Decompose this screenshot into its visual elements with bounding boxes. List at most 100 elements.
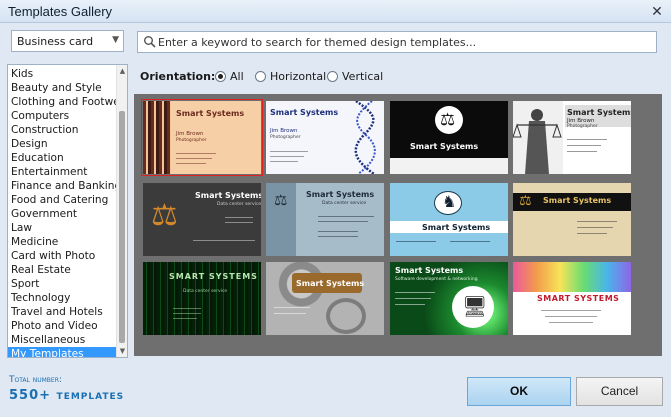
search-icon [144, 36, 156, 48]
contact-line [176, 163, 206, 164]
category-item[interactable]: Computers [8, 109, 117, 123]
category-item[interactable]: Medicine [8, 235, 117, 249]
contact-line [450, 241, 490, 242]
category-item[interactable]: Clothing and Footwear [8, 95, 117, 109]
template-name: SMART SYSTEMS [537, 294, 620, 303]
contact-line [318, 231, 358, 232]
template-name: Smart Systems [543, 196, 612, 205]
title-bar: Templates Gallery ✕ [0, 0, 671, 23]
template-card[interactable]: ⚖ Smart Systems [513, 183, 631, 256]
contact-line [270, 161, 298, 162]
template-card[interactable]: SMART SYSTEMS Data center service [143, 262, 261, 335]
scales-icon: ⚖ [440, 110, 456, 130]
category-item[interactable]: Technology [8, 291, 117, 305]
radio-circle [215, 71, 226, 82]
contact-line [577, 227, 613, 228]
template-role: Data center service [183, 289, 228, 294]
template-name: Smart Systems [176, 109, 245, 118]
gear-icon [326, 298, 366, 334]
template-card[interactable]: ⚖ Smart Systems [390, 101, 508, 174]
justice-statue-graphic [513, 101, 563, 174]
category-item[interactable]: Beauty and Style [8, 81, 117, 95]
template-card[interactable]: ♞ Smart Systems [390, 183, 508, 256]
category-item[interactable]: Education [8, 151, 117, 165]
category-type-dropdown[interactable]: Business card ▼ [11, 30, 124, 52]
rainbow-banner [513, 262, 631, 292]
category-item[interactable]: Card with Photo [8, 249, 117, 263]
scroll-up-icon[interactable]: ▲ [118, 66, 127, 76]
category-item[interactable]: Photo and Video [8, 319, 117, 333]
contact-line [173, 308, 201, 309]
search-box[interactable] [137, 31, 657, 53]
category-item[interactable]: Food and Catering [8, 193, 117, 207]
template-role: Data center service [322, 201, 367, 206]
radio-dot [218, 74, 223, 79]
contact-bar [390, 158, 508, 174]
category-item[interactable]: Sport [8, 277, 117, 291]
template-card[interactable]: Smart Systems Software development & net… [390, 262, 508, 335]
template-role: Software development & networking [395, 277, 478, 282]
category-item[interactable]: Finance and Banking [8, 179, 117, 193]
template-role: Photographer [567, 124, 598, 129]
contact-line [318, 216, 374, 217]
contact-line [549, 322, 593, 323]
category-item[interactable]: Design [8, 137, 117, 151]
cancel-button[interactable]: Cancel [576, 377, 663, 406]
close-icon[interactable]: ✕ [649, 4, 665, 20]
category-scrollbar[interactable]: ▲ ▼ [116, 65, 127, 357]
orientation-all-label: All [230, 70, 244, 83]
category-item[interactable]: My Templates [8, 347, 117, 357]
template-card[interactable]: SMART SYSTEMS [513, 262, 631, 335]
category-items: KidsBeauty and StyleClothing and Footwea… [8, 67, 117, 357]
category-item[interactable]: Real Estate [8, 263, 117, 277]
template-card[interactable]: Smart Systems Jim Brown Photographer [266, 101, 384, 174]
scroll-down-icon[interactable]: ▼ [118, 346, 127, 356]
template-role: Photographer [176, 138, 207, 143]
total-number-label: Total number: [9, 375, 62, 385]
search-input[interactable] [158, 33, 653, 51]
contact-line [567, 139, 607, 140]
template-card[interactable]: ⚖ Smart Systems Data center service [143, 183, 261, 256]
contact-line [567, 151, 597, 152]
category-item[interactable]: Kids [8, 67, 117, 81]
category-item[interactable]: Miscellaneous [8, 333, 117, 347]
chevron-down-icon: ▼ [112, 35, 119, 45]
template-card[interactable]: ⚖ Smart Systems Data center service [266, 183, 384, 256]
template-gallery: Smart Systems Jim Brown Photographer Sma… [134, 94, 662, 356]
category-item[interactable]: Entertainment [8, 165, 117, 179]
template-card[interactable]: Smart Systems [266, 262, 384, 335]
contact-line [318, 236, 358, 237]
template-name: Smart Systems [567, 108, 631, 117]
template-person: Jim Brown [270, 128, 298, 134]
contact-line [396, 241, 436, 242]
contact-line [567, 145, 601, 146]
template-role: Photographer [270, 135, 301, 140]
stripes-decoration [143, 101, 171, 174]
scales-icon: ⚖ [151, 198, 178, 233]
contact-line [577, 221, 617, 222]
contact-line [541, 310, 601, 311]
contact-line [176, 158, 212, 159]
contact-line [270, 151, 308, 152]
category-item[interactable]: Travel and Hotels [8, 305, 117, 319]
contact-line [395, 298, 431, 299]
scales-icon: ⚖ [519, 193, 532, 209]
category-item[interactable]: Law [8, 221, 117, 235]
total-number-value: 550+ templates [9, 388, 125, 403]
template-card[interactable]: Smart Systems Jim Brown Photographer [141, 99, 263, 176]
category-type-value: Business card [17, 35, 94, 48]
category-item[interactable]: Construction [8, 123, 117, 137]
contact-line [395, 304, 425, 305]
silhouette-icon: ♞ [442, 192, 457, 211]
ok-button[interactable]: OK [467, 377, 571, 406]
template-card[interactable]: Smart Systems Jim Brown Photographer [513, 101, 631, 174]
template-name: Smart Systems [270, 108, 339, 117]
category-list[interactable]: KidsBeauty and StyleClothing and Footwea… [7, 64, 128, 358]
category-item[interactable]: Government [8, 207, 117, 221]
contact-line [274, 307, 310, 308]
contact-line [274, 313, 306, 314]
scrollbar-thumb[interactable] [119, 111, 125, 343]
orientation-horizontal-label: Horizontal [270, 70, 327, 83]
template-name: Smart Systems [306, 190, 375, 199]
contact-line [225, 217, 253, 218]
